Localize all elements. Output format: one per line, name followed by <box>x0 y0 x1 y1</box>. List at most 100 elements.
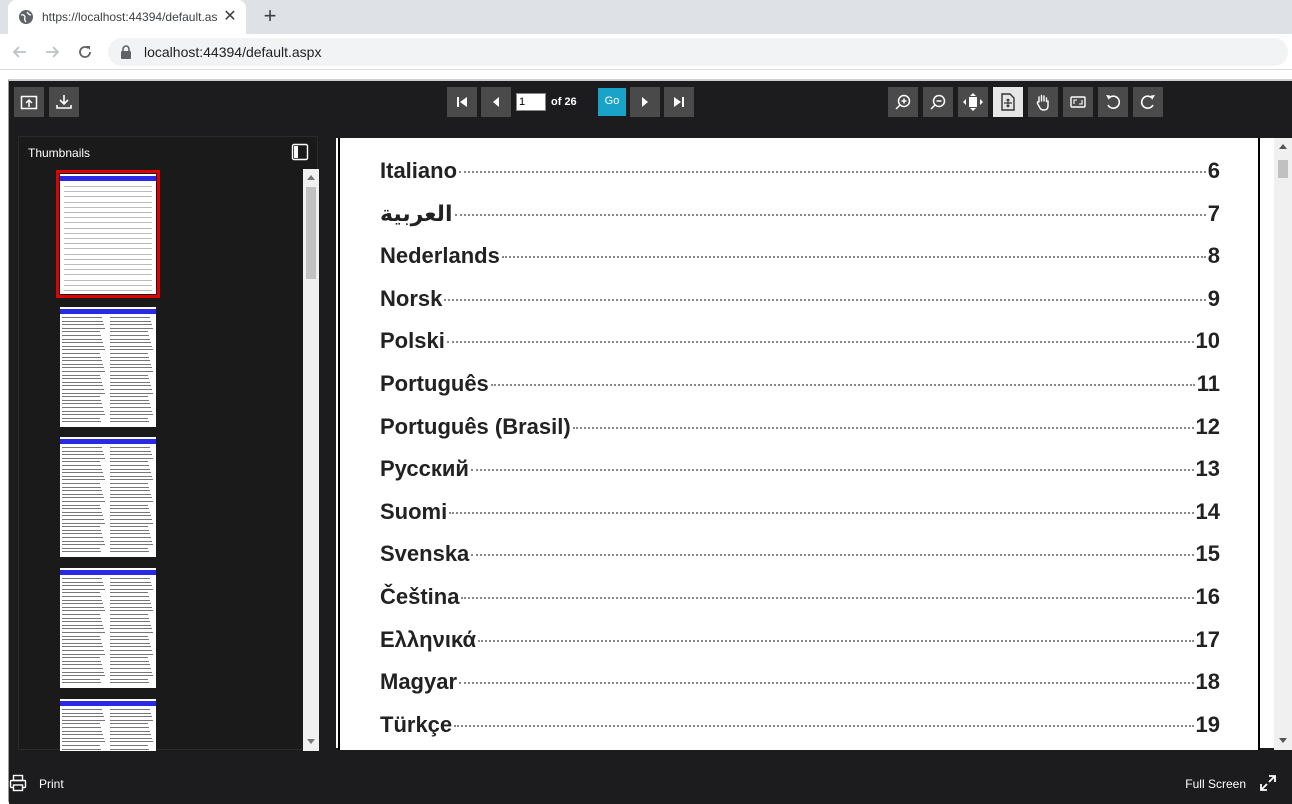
thumbnail-text-line <box>62 730 102 732</box>
toc-row[interactable]: Svenska 15 <box>380 541 1220 571</box>
first-page-icon <box>457 97 467 107</box>
thumbnail-text-line <box>64 186 152 187</box>
thumbnail-text-line <box>62 585 104 587</box>
reload-button[interactable] <box>73 40 97 64</box>
rotate-left-button[interactable] <box>1098 87 1128 117</box>
toc-row[interactable]: Norsk 9 <box>380 286 1220 316</box>
toc-row[interactable]: Čeština 16 <box>380 584 1220 614</box>
tab-close-icon[interactable]: ✕ <box>222 9 238 25</box>
doc-scroll-down-icon[interactable] <box>1279 738 1287 743</box>
zoom-in-button[interactable] <box>888 87 918 117</box>
thumbnail-text-line <box>110 719 153 721</box>
thumbnail-text-line <box>110 671 152 673</box>
back-button[interactable] <box>8 40 32 64</box>
thumbnail-text-line <box>62 468 102 470</box>
document-scrollbar[interactable] <box>1274 138 1292 750</box>
page-number-input[interactable] <box>516 93 546 111</box>
zoom-out-button[interactable] <box>923 87 953 117</box>
thumbnail-page[interactable] <box>60 437 156 557</box>
toc-row[interactable]: Italiano 6 <box>380 158 1220 188</box>
thumbnail-text-line <box>62 414 105 416</box>
scroll-down-icon[interactable] <box>307 739 315 744</box>
toc-row[interactable]: Türkçe 19 <box>380 712 1220 742</box>
toc-row[interactable]: العربية 7 <box>380 201 1220 231</box>
fit-width-icon <box>1001 93 1015 111</box>
last-page-button[interactable] <box>664 87 694 117</box>
thumbnail-text-line <box>62 592 100 594</box>
fit-page-button[interactable] <box>958 87 988 117</box>
thumbnails-list[interactable] <box>19 169 319 751</box>
fullscreen-button[interactable]: Full Screen <box>1185 777 1246 791</box>
open-file-icon <box>20 95 38 110</box>
thumbnail-text-line <box>62 356 101 358</box>
new-tab-icon[interactable]: + <box>258 5 282 29</box>
thumbnail-text-line <box>110 709 150 710</box>
thumbnail-text-line <box>64 253 152 255</box>
toc-row[interactable]: Português 11 <box>380 371 1220 401</box>
document-scroll-thumb[interactable] <box>1278 160 1288 178</box>
thumbnail-page[interactable] <box>60 307 156 427</box>
toc-row[interactable]: Português (Brasil) 12 <box>380 414 1220 444</box>
thumbnail-page[interactable] <box>56 170 160 298</box>
toc-row[interactable]: Magyar 18 <box>380 669 1220 699</box>
thumbnail-text-line <box>62 588 105 590</box>
toc-row[interactable]: Polski 10 <box>380 328 1220 358</box>
fullscreen-area-button[interactable] <box>1063 87 1093 117</box>
thumbnail-text-line <box>110 483 148 484</box>
previous-page-button[interactable] <box>481 87 511 117</box>
toc-row[interactable]: Suomi 14 <box>380 499 1220 529</box>
toc-row[interactable]: Ελληνικά 17 <box>380 627 1220 657</box>
thumbnail-text-line <box>62 748 101 750</box>
doc-scroll-up-icon[interactable] <box>1279 144 1287 149</box>
forward-button[interactable] <box>40 40 64 64</box>
thumbnail-text-line <box>110 381 150 383</box>
document-page[interactable]: Italiano 6 العربية 7 Nederlands 8 Norsk 9 Polski… <box>338 138 1260 750</box>
thumbnail-text-line <box>110 421 149 423</box>
thumbnail-page[interactable] <box>60 568 156 688</box>
download-button[interactable] <box>49 87 79 117</box>
go-button[interactable]: Go <box>598 88 626 116</box>
document-panel: Italiano 6 العربية 7 Nederlands 8 Norsk 9 Polski… <box>334 136 1292 750</box>
fullscreen-icon[interactable] <box>1259 774 1277 792</box>
thumbnail-text-line <box>110 599 150 601</box>
thumbnails-scroll-thumb[interactable] <box>306 187 316 279</box>
thumbnails-scrollbar[interactable] <box>303 169 319 751</box>
scroll-up-icon[interactable] <box>307 175 315 180</box>
next-page-button[interactable] <box>630 87 660 117</box>
toc-page-number: 14 <box>1195 498 1220 524</box>
thumbnail-text-line <box>62 642 102 644</box>
toc-leader-dots <box>490 384 1195 386</box>
thumbnail-text-line <box>110 472 151 474</box>
url-field[interactable]: localhost:44394/default.aspx <box>108 38 1288 66</box>
thumbnail-text-line <box>62 614 100 615</box>
thumbnail-text-line <box>110 511 150 513</box>
browser-tab[interactable]: https://localhost:44394/default.aspx ✕ <box>8 0 246 34</box>
print-button[interactable]: Print <box>39 777 64 791</box>
thumbnail-text-line <box>110 403 150 405</box>
thumbnail-page[interactable] <box>60 699 156 751</box>
thumbnail-text-line <box>64 269 152 271</box>
toc-row[interactable]: Nederlands 8 <box>380 243 1220 273</box>
thumbnail-text-line <box>62 657 100 659</box>
thumbnail-text-line <box>62 519 104 520</box>
first-page-button[interactable] <box>447 87 477 117</box>
toc-row[interactable]: Русский 13 <box>380 456 1220 486</box>
print-icon[interactable] <box>9 774 27 792</box>
toc-page-number: 7 <box>1207 200 1220 226</box>
pan-hand-button[interactable] <box>1028 87 1058 117</box>
thumbnail-text-line <box>110 727 149 728</box>
open-file-button[interactable] <box>14 87 44 117</box>
thumbnail-text-line <box>110 748 149 750</box>
thumbnail-text-line <box>110 399 149 401</box>
thumbnail-text-line <box>64 284 152 286</box>
thumbnail-text-line <box>64 206 152 208</box>
toc-label: Nederlands <box>380 243 500 269</box>
sidebar-toggle-icon[interactable] <box>291 143 309 161</box>
rotate-right-button[interactable] <box>1133 87 1163 117</box>
thumbnail-text-line <box>62 639 101 641</box>
thumbnail-text-line <box>110 342 151 344</box>
thumbnail-text-line <box>110 628 152 630</box>
thumbnail-text-line <box>62 578 102 579</box>
thumbnail-text-line <box>62 486 101 488</box>
fit-width-button[interactable] <box>993 87 1023 117</box>
